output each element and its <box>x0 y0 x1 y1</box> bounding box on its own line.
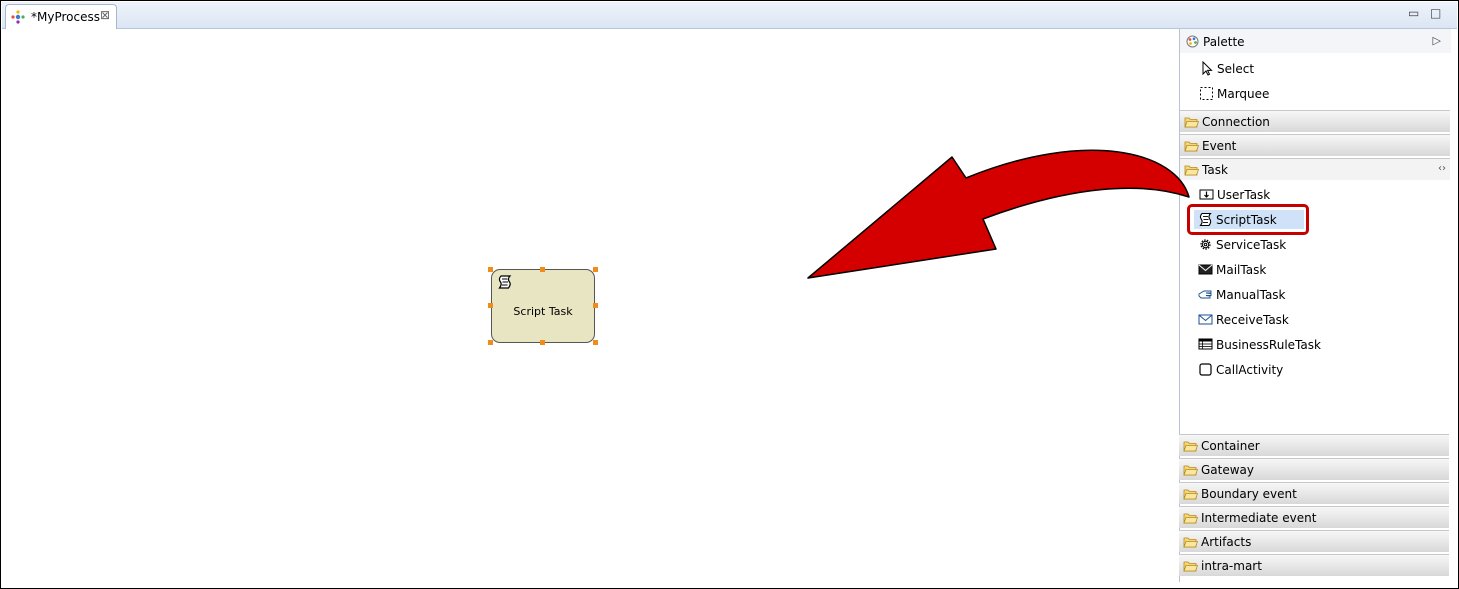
drawer-boundary-event[interactable]: Boundary event <box>1179 482 1449 504</box>
drawer-intermediate-event[interactable]: Intermediate event <box>1179 506 1449 528</box>
palette-header: Palette ▷ <box>1180 29 1451 53</box>
folder-icon <box>1183 441 1198 452</box>
close-icon[interactable]: ⊠ <box>100 8 110 22</box>
folder-icon <box>1183 513 1198 524</box>
tool-label: MailTask <box>1216 263 1267 277</box>
drawer-label: Artifacts <box>1201 535 1252 549</box>
folder-icon <box>1183 537 1198 548</box>
tab-title: *MyProcess <box>31 10 100 24</box>
selection-handle[interactable] <box>488 267 493 272</box>
folder-icon <box>1184 141 1199 152</box>
tab-myprocess[interactable]: *MyProcess ⊠ <box>5 4 117 29</box>
script-task-node[interactable]: Script Task <box>491 269 595 343</box>
script-task-label: Script Task <box>513 305 573 318</box>
tool-label: ServiceTask <box>1216 238 1287 252</box>
drawer-label: Gateway <box>1201 463 1255 477</box>
maximize-icon[interactable]: □ <box>1430 6 1441 20</box>
drawer-task[interactable]: Task ‹› <box>1180 158 1450 180</box>
script-icon <box>498 275 512 289</box>
tool-label: ManualTask <box>1216 288 1286 302</box>
open-folder-icon <box>1184 165 1199 176</box>
folder-icon <box>1184 117 1199 128</box>
drawer-label: Event <box>1202 139 1237 153</box>
selection-handle[interactable] <box>593 340 598 345</box>
marquee-icon <box>1200 87 1213 100</box>
arrow-cursor-icon <box>1202 61 1213 76</box>
palette-title: Palette <box>1203 35 1245 49</box>
envelope-icon <box>1198 314 1213 325</box>
drawer-event[interactable]: Event <box>1180 134 1450 156</box>
editor-tab-bar: *MyProcess ⊠ ▭ □ <box>2 2 1457 29</box>
call-activity-icon <box>1199 363 1212 376</box>
drawer-artifacts[interactable]: Artifacts <box>1179 530 1449 552</box>
palette-icon <box>1186 35 1199 48</box>
selection-handle[interactable] <box>540 267 545 272</box>
hand-icon <box>1198 290 1212 299</box>
selection-handle[interactable] <box>593 267 598 272</box>
tool-label: ReceiveTask <box>1216 313 1289 327</box>
user-task-icon <box>1199 189 1214 200</box>
selection-handle[interactable] <box>540 340 545 345</box>
drawer-connection[interactable]: Connection <box>1180 110 1450 132</box>
drawer-label: Intermediate event <box>1201 511 1317 525</box>
drawer-gateway[interactable]: Gateway <box>1179 458 1449 480</box>
editor-window: *MyProcess ⊠ ▭ □ Script Task Palette ▷ S… <box>0 0 1459 589</box>
drawer-label: Connection <box>1202 115 1270 129</box>
tool-label: BusinessRuleTask <box>1216 338 1321 352</box>
drawer-container[interactable]: Container <box>1179 434 1449 456</box>
gear-icon <box>1200 239 1211 250</box>
drawer-label: Task <box>1202 163 1228 177</box>
drawer-intra-mart[interactable]: intra-mart <box>1179 554 1449 576</box>
selection-handle[interactable] <box>488 303 493 308</box>
annotation-highlight-box <box>1187 204 1309 235</box>
collapse-palette-icon[interactable]: ▷ <box>1433 34 1441 47</box>
minimize-icon[interactable]: ▭ <box>1408 6 1419 20</box>
mail-icon <box>1198 264 1213 275</box>
selection-handle[interactable] <box>593 303 598 308</box>
drawer-label: intra-mart <box>1201 559 1262 573</box>
tool-label: UserTask <box>1217 188 1271 202</box>
tool-label: Select <box>1217 62 1255 76</box>
folder-icon <box>1183 489 1198 500</box>
drawer-label: Boundary event <box>1201 487 1297 501</box>
folder-icon <box>1183 465 1198 476</box>
tool-label: Marquee <box>1217 87 1270 101</box>
table-icon <box>1198 338 1213 350</box>
drawer-label: Container <box>1201 439 1260 453</box>
tool-label: CallActivity <box>1216 363 1284 377</box>
process-icon <box>11 10 25 24</box>
pin-icon[interactable]: ‹› <box>1438 163 1446 174</box>
folder-icon <box>1183 561 1198 572</box>
selection-handle[interactable] <box>488 340 493 345</box>
